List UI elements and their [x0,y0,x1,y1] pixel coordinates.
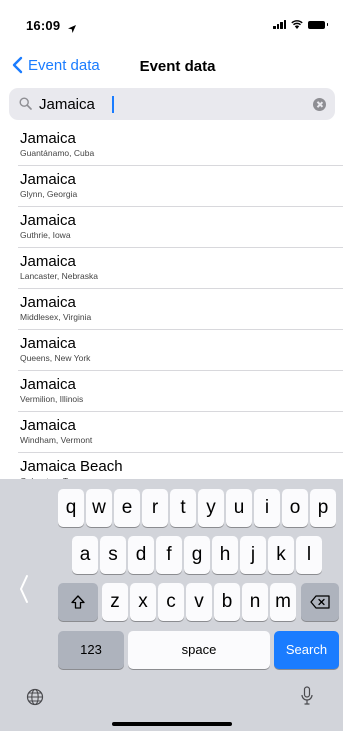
delete-icon [310,595,330,609]
list-item[interactable]: Jamaica Lancaster, Nebraska [18,248,343,289]
key-n[interactable]: n [242,583,268,621]
key-l[interactable]: l [296,536,322,574]
search-bar[interactable] [9,88,335,120]
result-location: Lancaster, Nebraska [20,271,98,281]
result-name: Jamaica [20,335,76,352]
key-u[interactable]: u [226,489,252,527]
status-icons [273,20,328,29]
key-a[interactable]: a [72,536,98,574]
key-h[interactable]: h [212,536,238,574]
key-o[interactable]: o [282,489,308,527]
key-e[interactable]: e [114,489,140,527]
battery-icon [308,20,328,29]
key-f[interactable]: f [156,536,182,574]
shift-icon [71,595,85,609]
result-name: Jamaica Beach [20,458,123,475]
globe-icon[interactable] [26,688,44,706]
space-key[interactable]: space [128,631,270,669]
wifi-icon [291,20,303,29]
search-input[interactable] [39,94,299,114]
signal-icon [273,20,286,29]
key-x[interactable]: x [130,583,156,621]
results-list: Jamaica Guantánamo, Cuba Jamaica Glynn, … [0,125,343,493]
search-icon [19,97,32,110]
result-location: Vermilion, Illinois [20,394,84,404]
list-item[interactable]: Jamaica Guthrie, Iowa [18,207,343,248]
key-s[interactable]: s [100,536,126,574]
list-item[interactable]: Jamaica Guantánamo, Cuba [18,125,343,166]
text-caret [112,96,114,113]
key-r[interactable]: r [142,489,168,527]
search-button[interactable]: Search [274,631,339,669]
result-location: Windham, Vermont [20,435,93,445]
key-g[interactable]: g [184,536,210,574]
result-name: Jamaica [20,212,76,229]
result-name: Jamaica [20,376,76,393]
key-j[interactable]: j [240,536,266,574]
key-b[interactable]: b [214,583,240,621]
chevron-left-icon[interactable] [18,574,30,604]
result-name: Jamaica [20,294,76,311]
result-location: Queens, New York [20,353,91,363]
key-y[interactable]: y [198,489,224,527]
list-item[interactable]: Jamaica Vermilion, Illinois [18,371,343,412]
result-name: Jamaica [20,171,76,188]
key-m[interactable]: m [270,583,296,621]
result-location: Glynn, Georgia [20,189,78,199]
key-k[interactable]: k [268,536,294,574]
key-q[interactable]: q [58,489,84,527]
result-name: Jamaica [20,417,76,434]
result-location: Guantánamo, Cuba [20,148,95,158]
status-time: 16:09 [26,18,61,33]
status-bar: 16:09 [0,0,343,44]
key-d[interactable]: d [128,536,154,574]
list-item[interactable]: Jamaica Middlesex, Virginia [18,289,343,330]
list-item[interactable]: Jamaica Queens, New York [18,330,343,371]
result-name: Jamaica [20,130,76,147]
list-item[interactable]: Jamaica Windham, Vermont [18,412,343,453]
key-v[interactable]: v [186,583,212,621]
key-p[interactable]: p [310,489,336,527]
key-c[interactable]: c [158,583,184,621]
result-name: Jamaica [20,253,76,270]
clear-icon[interactable] [313,98,326,111]
key-i[interactable]: i [254,489,280,527]
location-arrow-icon [68,20,76,38]
result-location: Guthrie, Iowa [20,230,71,240]
shift-key[interactable] [58,583,98,621]
page-title: Event data [139,58,216,75]
delete-key[interactable] [301,583,339,621]
key-t[interactable]: t [170,489,196,527]
list-item[interactable]: Jamaica Glynn, Georgia [18,166,343,207]
result-location: Middlesex, Virginia [20,312,92,322]
microphone-icon[interactable] [300,686,314,706]
key-z[interactable]: z [102,583,128,621]
key-w[interactable]: w [86,489,112,527]
keyboard: q w e r t y u i o p a s d f g h j k l z … [0,479,343,731]
nav-bar: Event data Event data [0,44,343,86]
home-indicator[interactable] [112,722,232,726]
numbers-key[interactable]: 123 [58,631,124,669]
